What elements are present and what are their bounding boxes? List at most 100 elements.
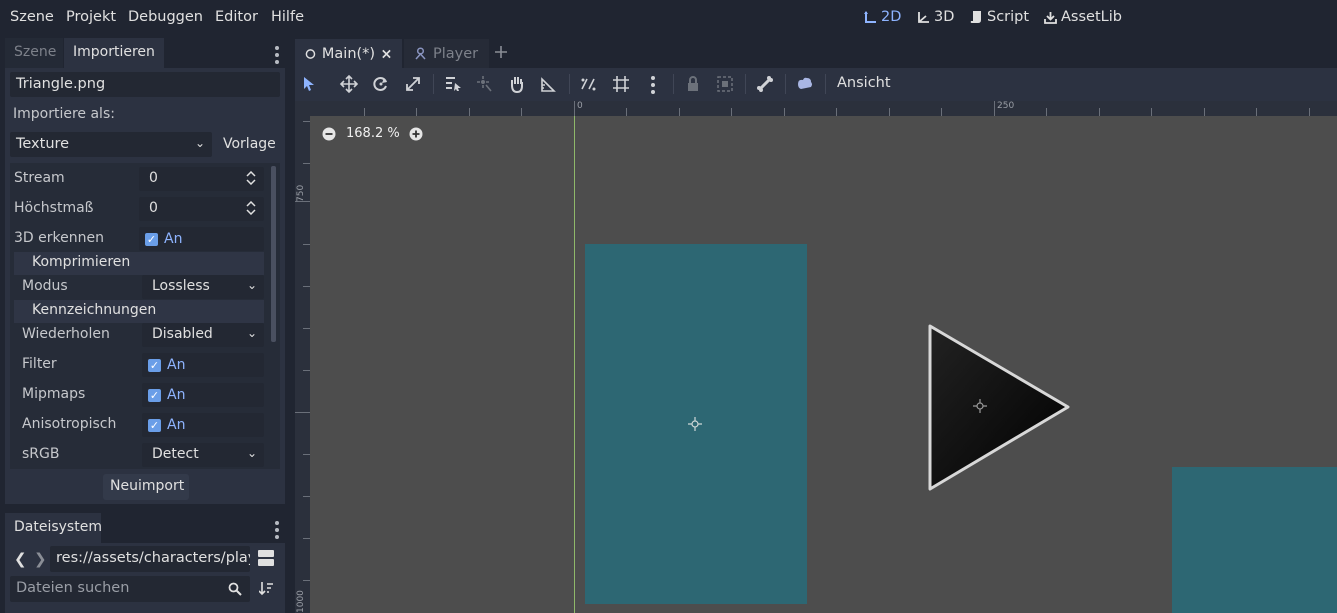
spin-arrows-icon bbox=[246, 201, 256, 215]
move-tool-icon[interactable] bbox=[339, 74, 359, 94]
node-pivot-icon bbox=[973, 399, 987, 413]
chevron-down-icon: ⌄ bbox=[246, 446, 257, 460]
colorrect-node-2[interactable] bbox=[1172, 467, 1337, 613]
add-tab-icon[interactable] bbox=[494, 45, 508, 59]
vertical-ruler: 750 1000 bbox=[295, 101, 310, 613]
lock-icon[interactable] bbox=[683, 74, 703, 94]
ruler-tool-icon[interactable] bbox=[539, 74, 559, 94]
split-view-icon[interactable] bbox=[258, 550, 274, 566]
prop-anisotropic-checkbox[interactable]: ✓ An bbox=[148, 417, 185, 433]
scene-tab-player[interactable]: Player bbox=[404, 39, 489, 68]
preset-button[interactable]: Vorlage bbox=[223, 136, 276, 152]
pan-tool-icon[interactable] bbox=[507, 74, 527, 94]
import-type-select[interactable]: Texture ⌄ bbox=[10, 132, 212, 157]
workspace-3d-button[interactable]: 3D bbox=[917, 9, 954, 25]
tab-import[interactable]: Importieren bbox=[64, 38, 164, 68]
prop-detect-3d-label: 3D erkennen bbox=[14, 230, 104, 246]
canvas-viewport[interactable]: 168.2 % bbox=[310, 116, 1337, 613]
menu-project[interactable]: Projekt bbox=[66, 9, 116, 25]
toolbar-separator bbox=[825, 74, 826, 94]
list-select-icon[interactable] bbox=[443, 74, 463, 94]
prop-filter-checkbox[interactable]: ✓ An bbox=[148, 357, 185, 373]
workspace-2d-button[interactable]: 2D bbox=[864, 9, 901, 25]
prop-repeat-value: Disabled bbox=[152, 326, 213, 342]
prop-detect-3d-checkbox[interactable]: ✓ An bbox=[145, 231, 182, 247]
sort-icon[interactable] bbox=[259, 581, 274, 596]
reimport-button[interactable]: Neuimport bbox=[103, 474, 189, 500]
menu-editor[interactable]: Editor bbox=[215, 9, 258, 25]
tab-filesystem[interactable]: Dateisystem bbox=[5, 513, 102, 543]
zoom-level-label[interactable]: 168.2 % bbox=[346, 126, 400, 141]
workspace-assetlib-button[interactable]: AssetLib bbox=[1044, 9, 1122, 25]
forward-arrow-icon[interactable]: ❯ bbox=[34, 550, 47, 568]
prop-mipmaps-label: Mipmaps bbox=[22, 386, 86, 402]
prop-max-size-label: Höchstmaß bbox=[14, 200, 94, 216]
grid-snap-icon[interactable] bbox=[611, 74, 631, 94]
triangle-sprite[interactable] bbox=[927, 323, 1071, 493]
flags-section-label: Kennzeichnungen bbox=[32, 302, 157, 318]
prop-repeat-select[interactable]: Disabled ⌄ bbox=[142, 323, 264, 347]
import-dock-tabbar: Szene Importieren bbox=[5, 38, 285, 68]
prop-max-size-input[interactable]: 0 bbox=[139, 197, 264, 221]
search-icon bbox=[228, 582, 242, 596]
chevron-down-icon: ⌄ bbox=[246, 326, 257, 340]
prop-mipmaps-checkbox[interactable]: ✓ An bbox=[148, 387, 185, 403]
3d-axis-icon bbox=[918, 11, 929, 23]
rotate-tool-icon[interactable] bbox=[371, 74, 391, 94]
prop-max-size-value: 0 bbox=[149, 200, 158, 216]
2d-axis-icon bbox=[864, 10, 876, 23]
workspace-script-label: Script bbox=[987, 9, 1030, 25]
prop-filter-value: An bbox=[167, 357, 186, 373]
zoom-out-icon[interactable] bbox=[322, 127, 336, 141]
group-icon[interactable] bbox=[715, 74, 735, 94]
node-circle-icon bbox=[305, 48, 316, 59]
close-icon[interactable] bbox=[381, 48, 392, 60]
prop-repeat-label: Wiederholen bbox=[22, 326, 110, 342]
filesystem-path-input[interactable]: res://assets/characters/play bbox=[50, 546, 250, 572]
workspace-assetlib-label: AssetLib bbox=[1061, 9, 1122, 25]
snap-options-icon[interactable] bbox=[643, 74, 663, 94]
file-search-placeholder: Dateien suchen bbox=[16, 580, 130, 596]
prop-detect-3d-value: An bbox=[164, 231, 183, 247]
dock-menu-icon[interactable] bbox=[275, 521, 279, 542]
workspace-script-button[interactable]: Script bbox=[970, 9, 1029, 25]
dock-menu-icon[interactable] bbox=[275, 46, 279, 67]
bone-icon[interactable] bbox=[755, 74, 775, 94]
pivot-tool-icon[interactable] bbox=[475, 74, 495, 94]
character-node-icon bbox=[415, 47, 426, 60]
back-arrow-icon[interactable]: ❮ bbox=[14, 550, 27, 568]
prop-mipmaps-value: An bbox=[167, 387, 186, 403]
view-menu-button[interactable]: Ansicht bbox=[837, 75, 891, 91]
horizontal-ruler: 0 250 bbox=[310, 101, 1337, 116]
chevron-down-icon: ⌄ bbox=[194, 136, 205, 150]
filesystem-dock: Dateisystem ❮ ❯ res://assets/characters/… bbox=[5, 513, 285, 613]
prop-stream-input[interactable]: 0 bbox=[139, 167, 264, 191]
menu-bar: Szene Projekt Debuggen Editor Hilfe 2D 3… bbox=[0, 0, 1337, 36]
file-search-input[interactable]: Dateien suchen bbox=[10, 576, 250, 602]
menu-scene[interactable]: Szene bbox=[10, 9, 54, 25]
prop-anisotropic-label: Anisotropisch bbox=[22, 416, 117, 432]
menu-help[interactable]: Hilfe bbox=[271, 9, 304, 25]
scale-tool-icon[interactable] bbox=[403, 74, 423, 94]
filesystem-tabbar: Dateisystem bbox=[5, 513, 285, 543]
prop-srgb-label: sRGB bbox=[22, 446, 60, 462]
zoom-in-icon[interactable] bbox=[409, 127, 423, 141]
camera-override-icon[interactable] bbox=[795, 74, 815, 94]
import-file-name: Triangle.png bbox=[10, 72, 280, 97]
scene-tab-main[interactable]: Main(*) bbox=[295, 39, 402, 68]
menu-debug[interactable]: Debuggen bbox=[128, 9, 203, 25]
ruler-label-1000: 1000 bbox=[296, 590, 306, 613]
prop-srgb-select[interactable]: Detect ⌄ bbox=[142, 443, 264, 467]
prop-anisotropic-value: An bbox=[167, 417, 186, 433]
select-tool-icon[interactable] bbox=[299, 74, 319, 94]
checkmark-icon: ✓ bbox=[148, 358, 161, 372]
prop-mode-select[interactable]: Lossless ⌄ bbox=[142, 275, 264, 299]
prop-filter-label: Filter bbox=[22, 356, 57, 372]
smart-snap-icon[interactable] bbox=[579, 74, 599, 94]
prop-srgb-value: Detect bbox=[152, 446, 199, 462]
properties-scrollbar[interactable] bbox=[271, 166, 276, 342]
workspace-2d-label: 2D bbox=[881, 9, 902, 25]
prop-stream-label: Stream bbox=[14, 170, 65, 186]
tab-scene[interactable]: Szene bbox=[5, 38, 63, 68]
workspace-3d-label: 3D bbox=[934, 9, 955, 25]
